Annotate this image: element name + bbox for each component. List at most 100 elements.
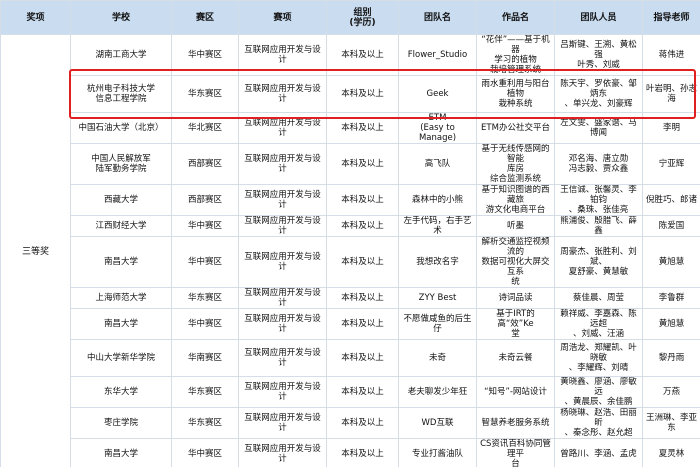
work-cell: “知号”-网站设计 — [476, 376, 555, 408]
group-cell: 本科及以上 — [326, 143, 399, 185]
members-cell: 周豪杰、张胜利、刘斌、 夏舒豪、黄慧敏 — [554, 236, 643, 288]
track-cell: 互联网应用开发与设计 — [238, 75, 327, 113]
header-advisor: 指导老师 — [642, 0, 700, 35]
table-row: 三等奖 湖南工商大学 华中赛区 互联网应用开发与设计 本科及以上 Flower_Studi… — [0, 34, 700, 467]
members-cell: 邓名海、唐立勋 冯志毅、贾众鑫 — [554, 143, 643, 185]
header-group: 组别 (学历) — [326, 0, 399, 35]
table-row: 上海师范大学 华东赛区 互联网应用开发与设计 本科及以上 ZYY Best 诗词品读 蔡佳晨… — [1, 287, 700, 309]
table-header-row: 奖项 学校 赛区 赛项 组别 (学历) 团队名 作品名 团队人员 指导老师 — [0, 0, 700, 35]
advisor-cell: 李明 — [642, 112, 700, 144]
region-cell: 华南赛区 — [171, 339, 239, 377]
header-track: 赛项 — [238, 0, 327, 35]
group-cell: 本科及以上 — [326, 308, 399, 340]
track-cell: 互联网应用开发与设计 — [238, 34, 327, 76]
table-row: 中山大学新华学院 华南赛区 互联网应用开发与设计 本科及以上 未奇 未奇云餐 周浩龙、郑耀凯… — [1, 339, 700, 377]
track-cell: 互联网应用开发与设计 — [238, 407, 327, 439]
results-table: 奖项 学校 赛区 赛项 组别 (学历) 团队名 作品名 团队人员 指导老师 三等… — [0, 0, 700, 467]
group-cell: 本科及以上 — [326, 34, 399, 76]
region-cell: 华中赛区 — [171, 34, 239, 76]
advisor-cell: 李鲁群 — [642, 287, 700, 309]
school-cell: 西藏大学 — [70, 184, 172, 216]
work-cell: 智慧养老服务系统 — [476, 407, 555, 439]
track-cell: 互联网应用开发与设计 — [238, 438, 327, 467]
table-row: 江西财经大学 华中赛区 互联网应用开发与设计 本科及以上 左手代码，右手艺术 听墨 熊浦俊、… — [1, 215, 700, 237]
table-row: 西藏大学 西部赛区 互联网应用开发与设计 本科及以上 森林中的小熊 基于知识图谱的西藏旅 … — [1, 184, 700, 216]
work-cell: CS资讯百科协同管理平 台 — [476, 438, 555, 467]
school-cell: 中山大学新华学院 — [70, 339, 172, 377]
team-cell: 不愿做咸鱼的后生仔 — [398, 308, 477, 340]
team-cell: 老夫聊发少年狂 — [398, 376, 477, 408]
region-cell: 华中赛区 — [171, 215, 239, 237]
work-cell: 基于IRT的高“效”Ke 堂 — [476, 308, 555, 340]
team-cell: WD互联 — [398, 407, 477, 439]
school-cell: 江西财经大学 — [70, 215, 172, 237]
header-team: 团队名 — [398, 0, 477, 35]
advisor-cell: 黄旭慧 — [642, 308, 700, 340]
members-cell: 赖祥威、李嘉森、陈远超 、刘威、汪涵 — [554, 308, 643, 340]
members-cell: 吕斯键、王溯、黄松强 叶秀、刘威 — [554, 34, 643, 76]
school-cell: 南昌大学 — [70, 438, 172, 467]
group-cell: 本科及以上 — [326, 339, 399, 377]
team-cell: 高飞队 — [398, 143, 477, 185]
advisor-cell: 万燕 — [642, 376, 700, 408]
track-cell: 互联网应用开发与设计 — [238, 339, 327, 377]
school-cell: 东华大学 — [70, 376, 172, 408]
track-cell: 互联网应用开发与设计 — [238, 376, 327, 408]
work-cell: 基于知识图谱的西藏旅 游文化电商平台 — [476, 184, 555, 216]
table-row: 南昌大学 华中赛区 互联网应用开发与设计 本科及以上 不愿做咸鱼的后生仔 基于IRT的高“… — [1, 308, 700, 340]
track-cell: 互联网应用开发与设计 — [238, 112, 327, 144]
members-cell: 王信诚、张馨灵、李铂钧 、桑珠、张佳亮 — [554, 184, 643, 216]
group-cell: 本科及以上 — [326, 75, 399, 113]
members-cell: 蔡佳晨、周莹 — [554, 287, 643, 309]
track-cell: 互联网应用开发与设计 — [238, 308, 327, 340]
members-cell: 熊浦俊、殷腊飞、薛鑫 — [554, 215, 643, 237]
advisor-cell: 叶岩明、孙志海 — [642, 75, 700, 113]
advisor-cell: 陈爱国 — [642, 215, 700, 237]
region-cell: 华中赛区 — [171, 308, 239, 340]
school-cell: 南昌大学 — [70, 236, 172, 288]
group-cell: 本科及以上 — [326, 287, 399, 309]
region-cell: 华东赛区 — [171, 75, 239, 113]
header-award: 奖项 — [0, 0, 71, 35]
table-row: 南昌大学 华中赛区 互联网应用开发与设计 本科及以上 我想改名字 解析交通监控视频流的 数… — [1, 236, 700, 288]
advisor-cell: 王洲琳、李亚东 — [642, 407, 700, 439]
school-cell: 湖南工商大学 — [70, 34, 172, 76]
group-cell: 本科及以上 — [326, 184, 399, 216]
header-work: 作品名 — [476, 0, 555, 35]
group-cell: 本科及以上 — [326, 236, 399, 288]
work-cell: 解析交通监控视频流的 数据可视化大屏交互系 统 — [476, 236, 555, 288]
table-row: 东华大学 华东赛区 互联网应用开发与设计 本科及以上 老夫聊发少年狂 “知号”-网站设计黄… — [1, 376, 700, 408]
region-cell: 西部赛区 — [171, 184, 239, 216]
members-cell: 陈天宇、罗依豪、邹炳东 、单兴龙、刘豪辉 — [554, 75, 643, 113]
work-cell: 雨水重利用与阳台植物 栽种系统 — [476, 75, 555, 113]
team-cell: ZYY Best — [398, 287, 477, 309]
members-cell: 周浩龙、郑耀凯、叶晓敏 、李耀辉、刘晴 — [554, 339, 643, 377]
members-cell: 左文雯、盛家谱、马博闻 — [554, 112, 643, 144]
header-members: 团队人员 — [554, 0, 643, 35]
advisor-cell: 黎丹雨 — [642, 339, 700, 377]
school-cell: 南昌大学 — [70, 308, 172, 340]
region-cell: 西部赛区 — [171, 143, 239, 185]
track-cell: 互联网应用开发与设计 — [238, 236, 327, 288]
table-row: 南昌大学 华中赛区 互联网应用开发与设计 本科及以上 专业打酱油队 CS资讯百科协同管理平… — [1, 438, 700, 467]
team-cell: 森林中的小熊 — [398, 184, 477, 216]
work-cell: 听墨 — [476, 215, 555, 237]
advisor-cell: 黄旭慧 — [642, 236, 700, 288]
advisor-cell: 宁亚辉 — [642, 143, 700, 185]
region-cell: 华东赛区 — [171, 407, 239, 439]
members-cell: 杨晓琳、赵浩、田丽昕 、秦念彤、赵允超 — [554, 407, 643, 439]
group-cell: 本科及以上 — [326, 215, 399, 237]
work-cell: 未奇云餐 — [476, 339, 555, 377]
table-row: 中国石油大学（北京） 华北赛区 互联网应用开发与设计 本科及以上 ETM (Easy t… — [1, 112, 700, 144]
track-cell: 互联网应用开发与设计 — [238, 215, 327, 237]
track-cell: 互联网应用开发与设计 — [238, 287, 327, 309]
region-cell: 华中赛区 — [171, 236, 239, 288]
work-cell: 诗词品读 — [476, 287, 555, 309]
school-cell: 枣庄学院 — [70, 407, 172, 439]
advisor-cell: 蒋伟进 — [642, 34, 700, 76]
group-cell: 本科及以上 — [326, 407, 399, 439]
school-cell: 杭州电子科技大学 信息工程学院 — [70, 75, 172, 113]
team-cell: 未奇 — [398, 339, 477, 377]
header-region: 赛区 — [171, 0, 239, 35]
advisor-cell: 夏灵林 — [642, 438, 700, 467]
